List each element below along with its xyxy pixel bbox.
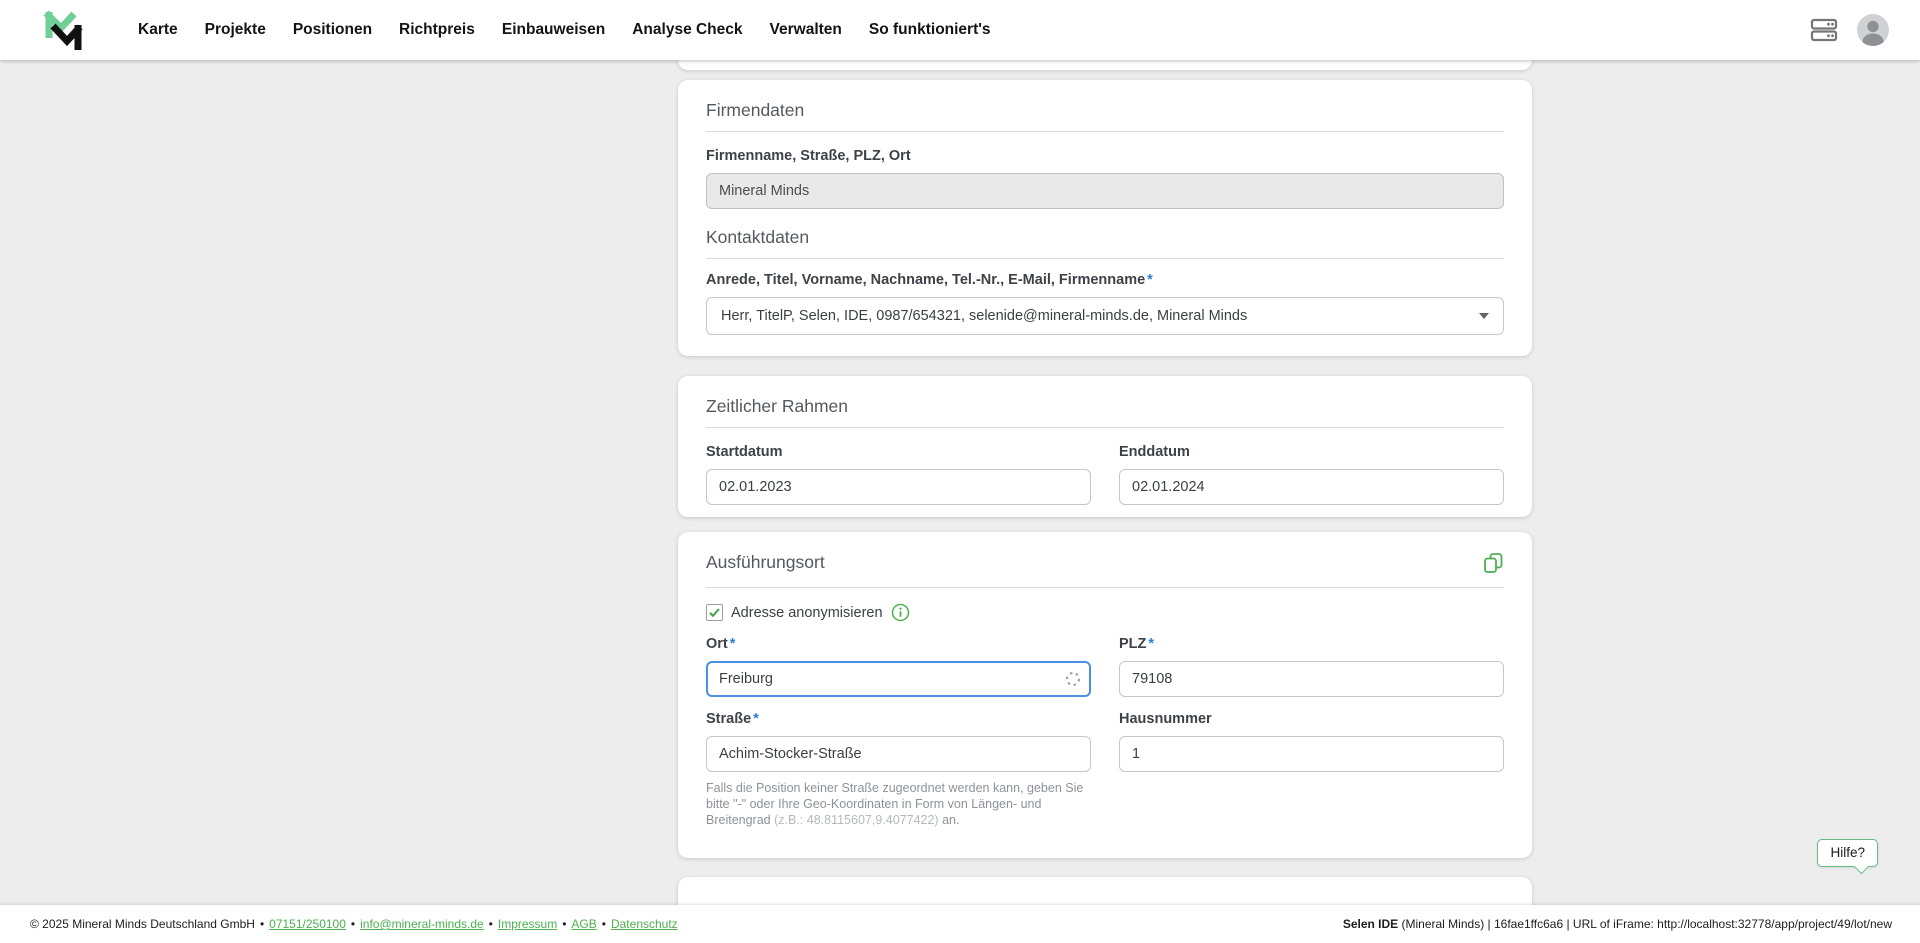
app-footer: © 2025 Mineral Minds Deutschland GmbH • 07… <box>0 905 1920 943</box>
footer-link-impressum[interactable]: Impressum <box>498 917 557 931</box>
startdatum-input[interactable] <box>706 469 1091 505</box>
server-icon[interactable] <box>1810 17 1838 43</box>
card-ausfuehrungsort: Ausführungsort Adresse anonymisieren <box>678 532 1532 858</box>
plz-label-text: PLZ <box>1119 636 1146 652</box>
firmendaten-title: Firmendaten <box>706 100 1504 120</box>
separator: • <box>602 917 606 931</box>
footer-link-datenschutz[interactable]: Datenschutz <box>611 917 678 931</box>
required-marker: * <box>1148 636 1154 652</box>
footer-link-email[interactable]: info@mineral-minds.de <box>360 917 484 931</box>
info-icon[interactable] <box>891 603 910 622</box>
hausnummer-input[interactable] <box>1119 736 1504 772</box>
strasse-hint: Falls die Position keiner Straße zugeord… <box>706 780 1091 828</box>
footer-link-agb[interactable]: AGB <box>571 917 596 931</box>
strasse-label: Straße* <box>706 711 1091 728</box>
kontakt-select[interactable]: Herr, TitelP, Selen, IDE, 0987/654321, s… <box>706 297 1504 335</box>
footer-link-phone[interactable]: 07151/250100 <box>269 917 346 931</box>
footer-left: © 2025 Mineral Minds Deutschland GmbH • 07… <box>30 917 678 931</box>
user-avatar-icon[interactable] <box>1856 13 1890 47</box>
anonymize-label: Adresse anonymisieren <box>731 605 883 621</box>
divider <box>706 131 1504 132</box>
required-marker: * <box>1147 272 1153 288</box>
check-icon <box>708 606 721 619</box>
firmenname-label: Firmenname, Straße, PLZ, Ort <box>706 148 1504 165</box>
nav-karte[interactable]: Karte <box>138 21 178 39</box>
hausnummer-field: Hausnummer <box>1119 711 1504 828</box>
ide-name: Selen IDE <box>1343 917 1398 931</box>
startdatum-field: Startdatum <box>706 444 1091 505</box>
divider <box>706 587 1504 588</box>
nav-so-funktionierts[interactable]: So funktioniert's <box>869 21 991 39</box>
mineral-minds-logo-icon[interactable] <box>40 7 86 53</box>
footer-right: Selen IDE (Mineral Minds) | 16fae1ffc6a6… <box>1343 917 1892 931</box>
header-actions <box>1810 13 1890 47</box>
copy-icon[interactable] <box>1483 552 1504 579</box>
strasse-field: Straße* Falls die Position keiner Straße… <box>706 711 1091 828</box>
copyright-text: © 2025 Mineral Minds Deutschland GmbH <box>30 917 255 931</box>
enddatum-field: Enddatum <box>1119 444 1504 505</box>
enddatum-input[interactable] <box>1119 469 1504 505</box>
firmenname-input <box>706 173 1504 209</box>
ausfuehrungsort-title: Ausführungsort <box>706 552 825 572</box>
separator: • <box>260 917 264 931</box>
help-button[interactable]: Hilfe? <box>1817 839 1878 867</box>
enddatum-label: Enddatum <box>1119 444 1504 461</box>
ort-field: Ort* <box>706 636 1091 697</box>
main-nav: Karte Projekte Positionen Richtpreis Ein… <box>138 21 991 39</box>
nav-projekte[interactable]: Projekte <box>205 21 266 39</box>
plz-label: PLZ* <box>1119 636 1504 653</box>
iframe-info: (Mineral Minds) | 16fae1ffc6a6 | URL of … <box>1398 917 1892 931</box>
ort-label-text: Ort <box>706 636 728 652</box>
loading-spinner-icon <box>1065 671 1081 692</box>
chevron-down-icon <box>1479 313 1489 319</box>
divider <box>706 258 1504 259</box>
divider <box>706 427 1504 428</box>
nav-positionen[interactable]: Positionen <box>293 21 372 39</box>
nav-richtpreis[interactable]: Richtpreis <box>399 21 475 39</box>
ort-label: Ort* <box>706 636 1091 653</box>
required-marker: * <box>730 636 736 652</box>
hint-suffix: an. <box>939 813 960 827</box>
kontakt-label: Anrede, Titel, Vorname, Nachname, Tel.-N… <box>706 272 1504 289</box>
ort-input[interactable] <box>706 661 1091 697</box>
kontakt-select-value: Herr, TitelP, Selen, IDE, 0987/654321, s… <box>721 308 1469 324</box>
kontaktdaten-title: Kontaktdaten <box>706 227 1504 247</box>
kontakt-label-text: Anrede, Titel, Vorname, Nachname, Tel.-N… <box>706 272 1145 288</box>
hausnummer-label: Hausnummer <box>1119 711 1504 728</box>
card-zeitraum: Zeitlicher Rahmen Startdatum Enddatum <box>678 376 1532 517</box>
zeitraum-title: Zeitlicher Rahmen <box>706 396 1504 416</box>
separator: • <box>351 917 355 931</box>
separator: • <box>489 917 493 931</box>
plz-input[interactable] <box>1119 661 1504 697</box>
hint-example: (z.B.: 48.8115607,9.4077422) <box>774 813 938 827</box>
strasse-label-text: Straße <box>706 711 751 727</box>
startdatum-label: Startdatum <box>706 444 1091 461</box>
nav-analyse-check[interactable]: Analyse Check <box>632 21 742 39</box>
required-marker: * <box>753 711 759 727</box>
anonymize-checkbox[interactable] <box>706 604 723 621</box>
plz-field: PLZ* <box>1119 636 1504 697</box>
card-firmendaten: Firmendaten Firmenname, Straße, PLZ, Ort… <box>678 80 1532 356</box>
strasse-input[interactable] <box>706 736 1091 772</box>
separator: • <box>562 917 566 931</box>
nav-einbauweisen[interactable]: Einbauweisen <box>502 21 605 39</box>
app-header: Karte Projekte Positionen Richtpreis Ein… <box>0 0 1920 60</box>
nav-verwalten[interactable]: Verwalten <box>770 21 842 39</box>
